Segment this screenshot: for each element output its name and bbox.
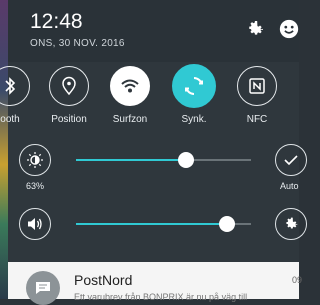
brightness-percent: 63% [25,181,44,191]
notification-title: PostNord [74,272,133,288]
auto-brightness-toggle[interactable] [275,144,307,176]
volume-thumb[interactable] [218,216,235,232]
brightness-row: 63% Auto [0,144,307,191]
sync-icon [172,64,216,108]
tile-sync[interactable]: Synk. [159,64,229,130]
brightness-fill [76,159,187,161]
notification-text: Ett varubrev från BONPRIX är nu på väg t… [74,292,248,302]
gear-icon[interactable] [242,16,268,42]
tile-label: Surfzon [112,114,148,125]
tile-label: NFC [246,114,268,125]
notification-card[interactable]: PostNord 09 Ett varubrev från BONPRIX är… [8,262,303,305]
volume-slider[interactable] [76,216,251,232]
date: ONS, 30 NOV. 2016 [30,38,125,49]
clock: 12:48 [30,10,83,33]
gear-icon [286,217,298,229]
status-header: 12:48 ONS, 30 NOV. 2016 [8,0,299,62]
tile-location[interactable]: Position [34,64,104,130]
location-icon [49,66,89,106]
notification-time: 09 [292,275,303,285]
volume-fill [76,223,227,225]
tile-nfc[interactable]: NFC [222,64,292,130]
smiley-icon[interactable] [276,16,302,42]
check-icon [284,155,298,166]
tile-label: Position [51,114,87,125]
brightness-thumb[interactable] [178,152,195,168]
brightness-icon[interactable] [19,144,51,176]
auto-brightness-label: Auto [280,181,299,191]
speaker-icon[interactable] [19,208,51,240]
quick-settings-row: ooth Position Surfzon Synk. NFC [0,64,299,130]
volume-row [0,208,307,242]
message-icon [26,271,60,305]
brightness-slider[interactable] [76,152,251,168]
tile-label: Synk. [181,114,207,125]
tile-hotspot[interactable]: Surfzon [95,64,165,130]
nfc-icon [237,66,277,106]
sound-settings-button[interactable] [275,208,307,240]
bluetooth-icon [0,66,30,106]
hotspot-icon [110,66,150,106]
